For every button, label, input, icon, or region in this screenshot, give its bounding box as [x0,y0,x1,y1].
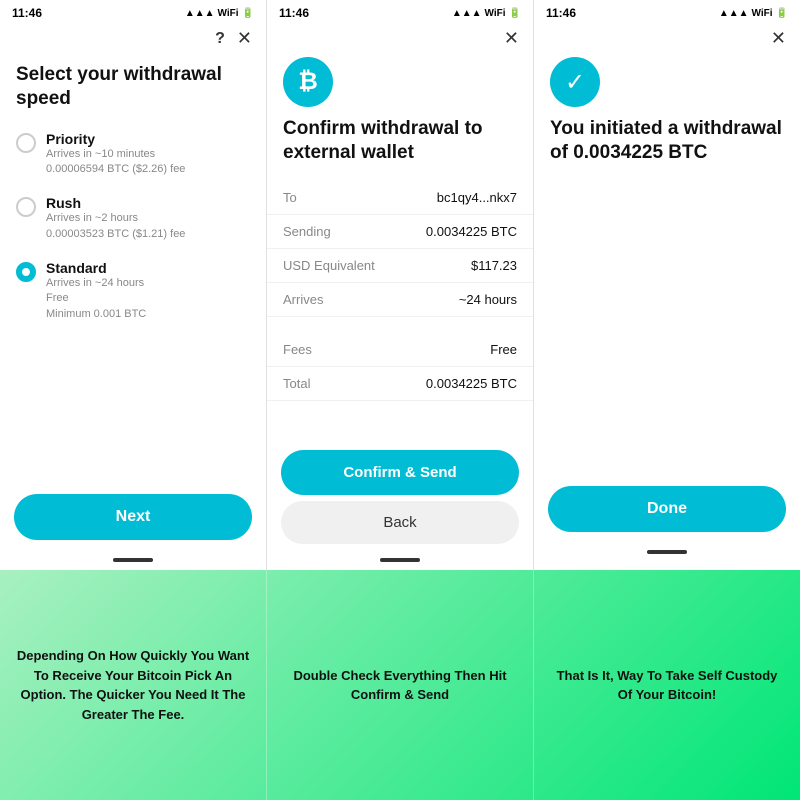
screen-confirm-withdrawal: 11:46 ▲▲▲ WiFi 🔋 ✕ ₿ Confirm withdrawal … [267,0,534,570]
standard-label-group: Standard Arrives in ~24 hours Free Minim… [46,260,146,322]
detail-to-label: To [283,190,297,205]
screen-withdrawal-speed: 11:46 ▲▲▲ WiFi 🔋 ? ✕ Select your withdra… [0,0,267,570]
status-bar-2: 11:46 ▲▲▲ WiFi 🔋 [267,0,533,24]
wifi-icon-2: WiFi [485,8,506,19]
home-indicator-1 [113,558,153,562]
priority-label: Priority [46,131,185,147]
battery-icon-3: 🔋 [776,8,788,19]
standard-sub2: Free [46,291,146,306]
detail-total-label: Total [283,376,310,391]
confirm-send-button[interactable]: Confirm & Send [281,450,519,495]
radio-standard[interactable] [16,262,36,282]
detail-arrives: Arrives ~24 hours [267,283,533,317]
priority-sub1: Arrives in ~10 minutes [46,147,185,162]
signal-icon: ▲▲▲ [185,8,215,19]
status-bar-3: 11:46 ▲▲▲ WiFi 🔋 [534,0,800,24]
wifi-icon-3: WiFi [752,8,773,19]
option-standard[interactable]: Standard Arrives in ~24 hours Free Minim… [16,260,250,322]
header-bar-2: ✕ [267,24,533,53]
detail-fees-value: Free [490,342,517,357]
success-title: You initiated a withdrawal of 0.0034225 … [534,117,800,165]
battery-icon: 🔋 [242,8,254,19]
caption-text-3: That Is It, Way To Take Self Custody Of … [548,666,786,705]
detail-usd-value: $117.23 [471,258,517,273]
option-rush[interactable]: Rush Arrives in ~2 hours 0.00003523 BTC … [16,195,250,242]
done-button[interactable]: Done [548,486,786,532]
status-icons-2: ▲▲▲ WiFi 🔋 [452,8,521,19]
screen1-title: Select your withdrawal speed [16,63,250,111]
standard-label: Standard [46,260,146,276]
close-icon-2[interactable]: ✕ [504,28,519,49]
detail-usd-label: USD Equivalent [283,258,375,273]
detail-to: To bc1qy4...nkx7 [267,181,533,215]
btc-icon: ₿ [283,57,333,107]
home-indicator-3 [647,550,687,554]
detail-usd: USD Equivalent $117.23 [267,249,533,283]
detail-to-value: bc1qy4...nkx7 [437,190,517,205]
wifi-icon: WiFi [218,8,239,19]
help-icon[interactable]: ? [215,30,225,48]
status-icons-3: ▲▲▲ WiFi 🔋 [719,8,788,19]
close-icon-3[interactable]: ✕ [771,28,786,49]
radio-priority[interactable] [16,133,36,153]
status-time-3: 11:46 [546,6,576,20]
captions-row: Depending On How Quickly You Want To Rec… [0,570,800,800]
detail-total-value: 0.0034225 BTC [426,376,517,391]
standard-sub1: Arrives in ~24 hours [46,276,146,291]
status-time-2: 11:46 [279,6,309,20]
detail-sending-value: 0.0034225 BTC [426,224,517,239]
detail-fees: Fees Free [267,333,533,367]
detail-total: Total 0.0034225 BTC [267,367,533,401]
detail-sending: Sending 0.0034225 BTC [267,215,533,249]
option-priority[interactable]: Priority Arrives in ~10 minutes 0.000065… [16,131,250,178]
caption-text-1: Depending On How Quickly You Want To Rec… [14,646,252,724]
detail-sending-label: Sending [283,224,331,239]
priority-label-group: Priority Arrives in ~10 minutes 0.000065… [46,131,185,178]
confirm-title: Confirm withdrawal to external wallet [267,117,533,165]
screen-success: 11:46 ▲▲▲ WiFi 🔋 ✕ ✓ You initiated a wit… [534,0,800,570]
check-icon: ✓ [550,57,600,107]
signal-icon-3: ▲▲▲ [719,8,749,19]
rush-sub2: 0.00003523 BTC ($1.21) fee [46,227,185,242]
rush-label-group: Rush Arrives in ~2 hours 0.00003523 BTC … [46,195,185,242]
header-bar-1: ? ✕ [0,24,266,53]
caption-cell-2: Double Check Everything Then Hit Confirm… [267,570,534,800]
priority-sub2: 0.00006594 BTC ($2.26) fee [46,162,185,177]
detail-arrives-label: Arrives [283,292,323,307]
home-indicator-2 [380,558,420,562]
header-bar-3: ✕ [534,24,800,53]
back-button[interactable]: Back [281,501,519,544]
caption-cell-1: Depending On How Quickly You Want To Rec… [0,570,267,800]
close-icon-1[interactable]: ✕ [237,28,252,49]
caption-cell-3: That Is It, Way To Take Self Custody Of … [534,570,800,800]
detail-arrives-value: ~24 hours [459,292,517,307]
detail-fees-label: Fees [283,342,312,357]
status-icons-1: ▲▲▲ WiFi 🔋 [185,8,254,19]
caption-text-2: Double Check Everything Then Hit Confirm… [281,666,519,705]
status-time-1: 11:46 [12,6,42,20]
next-button[interactable]: Next [14,494,252,540]
standard-sub3: Minimum 0.001 BTC [46,307,146,322]
battery-icon-2: 🔋 [509,8,521,19]
radio-rush[interactable] [16,197,36,217]
rush-sub1: Arrives in ~2 hours [46,211,185,226]
rush-label: Rush [46,195,185,211]
signal-icon-2: ▲▲▲ [452,8,482,19]
status-bar-1: 11:46 ▲▲▲ WiFi 🔋 [0,0,266,24]
